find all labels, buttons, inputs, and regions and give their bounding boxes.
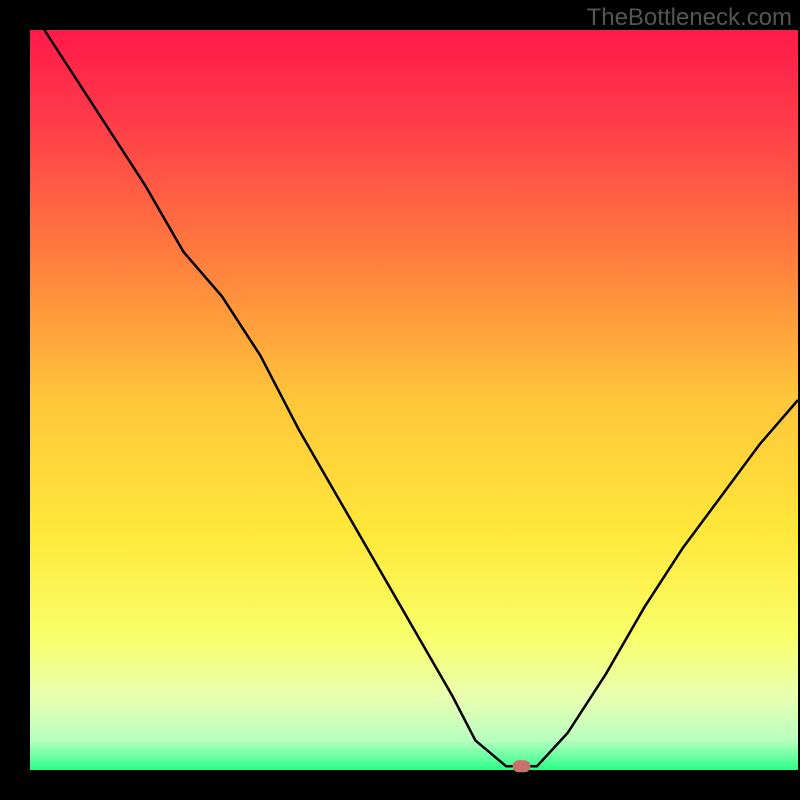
plot-background [30,30,798,770]
bottleneck-chart [0,0,800,800]
watermark-text: TheBottleneck.com [587,4,792,32]
optimal-point-marker [513,760,531,772]
chart-container: TheBottleneck.com [0,0,800,800]
